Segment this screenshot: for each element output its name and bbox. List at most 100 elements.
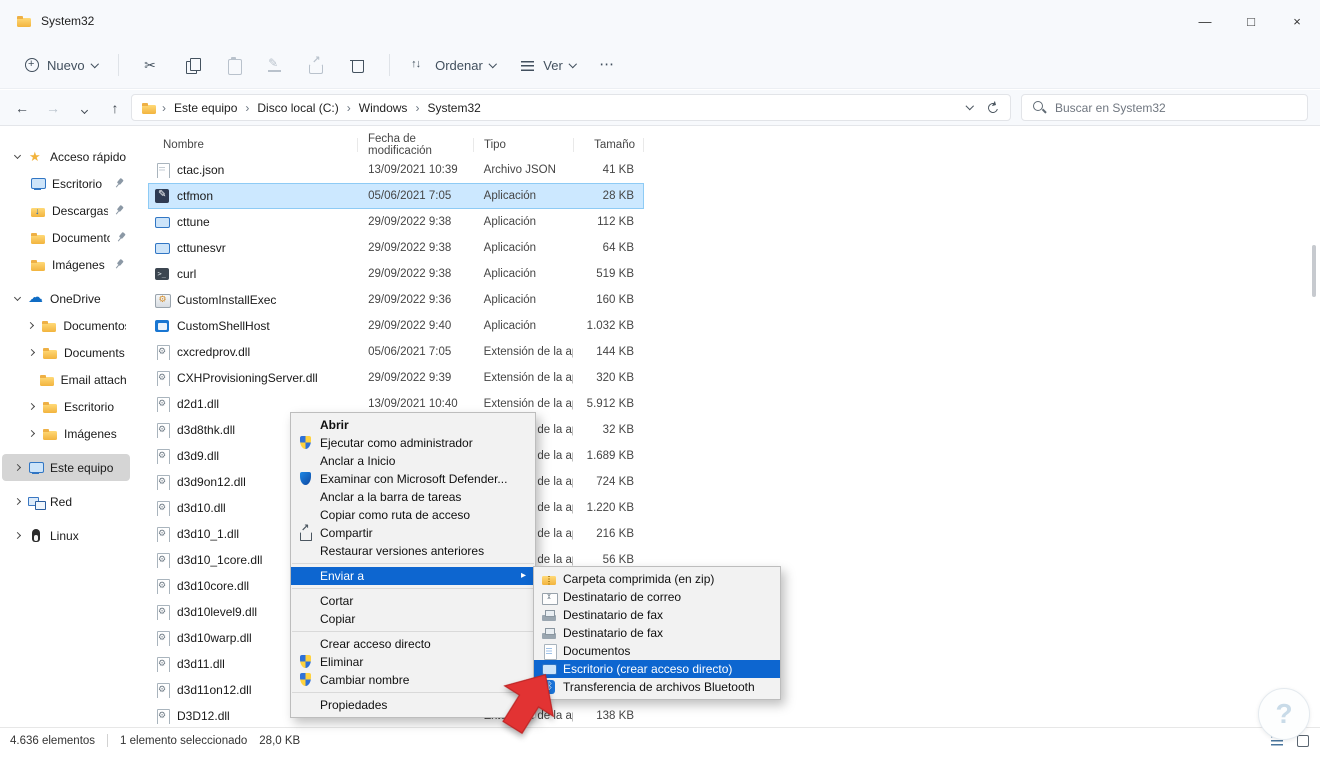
menu-item-eliminar[interactable]: Eliminar	[291, 653, 535, 671]
window-controls: — □ ×	[1182, 0, 1320, 42]
sidebar-item-linux[interactable]: Linux	[2, 522, 130, 549]
sort-button[interactable]: Ordenar	[402, 50, 504, 81]
view-button[interactable]: Ver	[510, 50, 584, 81]
sidebar-item-acceso-r-pido[interactable]: Acceso rápido	[2, 143, 130, 170]
minimize-button[interactable]: —	[1182, 0, 1228, 42]
breadcrumb-item-system32[interactable]: System32	[424, 99, 483, 117]
menu-item-carpeta-comprimida-en-zip[interactable]: Carpeta comprimida (en zip)	[534, 570, 780, 588]
menu-item-destinatario-de-fax[interactable]: Destinatario de fax	[534, 624, 780, 642]
breadcrumb-item-disco-local-c[interactable]: Disco local (C:)	[254, 99, 341, 117]
file-name-cell: CustomInstallExec	[149, 292, 358, 308]
menu-item-crear-acceso-directo[interactable]: Crear acceso directo	[291, 635, 535, 653]
cut-button[interactable]	[135, 49, 168, 82]
chevron-right-icon[interactable]	[26, 321, 35, 330]
menu-item-ejecutar-como-administrador[interactable]: Ejecutar como administrador	[291, 434, 535, 452]
file-row-cxhprovisioningserver-dll[interactable]: CXHProvisioningServer.dll 29/09/2022 9:39…	[148, 365, 644, 391]
column-headers: Nombre Fecha de modificación Tipo Tamaño	[148, 133, 1320, 157]
refresh-icon[interactable]	[986, 101, 999, 114]
chevron-right-icon[interactable]	[26, 348, 36, 357]
menu-item-destinatario-de-correo[interactable]: Destinatario de correo	[534, 588, 780, 606]
rename-button[interactable]	[258, 49, 291, 82]
breadcrumb-item-windows[interactable]: Windows	[356, 99, 411, 117]
menu-item-restaurar-versiones-anteriores[interactable]: Restaurar versiones anteriores	[291, 542, 535, 560]
submenu-arrow-icon: ▸	[520, 570, 526, 581]
copy-button[interactable]	[176, 49, 209, 82]
new-button[interactable]: Nuevo	[14, 50, 106, 81]
close-button[interactable]: ×	[1274, 0, 1320, 42]
file-row-curl[interactable]: curl 29/09/2022 9:38 Aplicación 519 KB	[148, 261, 644, 287]
sidebar-item-im-genes[interactable]: Imágenes	[2, 251, 130, 278]
column-header-type[interactable]: Tipo	[474, 134, 574, 156]
column-header-date[interactable]: Fecha de modificación	[358, 133, 474, 157]
chevron-right-icon[interactable]	[12, 497, 22, 506]
file-size: 5.912 KB	[586, 398, 634, 410]
more-options-button[interactable]: ⋯	[590, 53, 624, 77]
column-header-name[interactable]: Nombre	[148, 134, 358, 156]
chevron-down-icon[interactable]	[12, 151, 22, 159]
address-bar[interactable]: › Este equipo › Disco local (C:) › Windows › Sy…	[131, 94, 1011, 121]
menu-item-copiar-como-ruta-de-acceso[interactable]: Copiar como ruta de acceso	[291, 506, 535, 524]
defender-shield-icon	[298, 471, 314, 487]
file-name: cxcredprov.dll	[177, 345, 251, 359]
recent-locations-chevron-icon[interactable]	[76, 100, 92, 116]
sidebar-item-label: Acceso rápido	[50, 149, 126, 164]
search-box[interactable]: Buscar en System32	[1021, 94, 1308, 121]
file-name-cell: curl	[149, 266, 358, 282]
breadcrumb-item-este-equipo[interactable]: Este equipo	[171, 99, 240, 117]
menu-item-documentos[interactable]: Documentos	[534, 642, 780, 660]
share-button[interactable]	[299, 49, 332, 82]
forward-arrow-icon[interactable]	[45, 100, 61, 116]
sidebar-item-red[interactable]: Red	[2, 488, 130, 515]
menu-item-copiar[interactable]: Copiar	[291, 610, 535, 628]
sidebar-item-escritorio[interactable]: Escritorio	[2, 393, 130, 420]
file-type: Extensión de la ap...	[483, 372, 574, 384]
file-type: Aplicación	[483, 320, 537, 332]
menu-item-label: Destinatario de correo	[563, 590, 682, 604]
chevron-right-icon[interactable]	[26, 429, 36, 438]
menu-item-escritorio-crear-acceso-directo[interactable]: Escritorio (crear acceso directo)	[534, 660, 780, 678]
menu-item-compartir[interactable]: Compartir	[291, 523, 535, 542]
sidebar-item-descargas[interactable]: Descargas	[2, 197, 130, 224]
menu-item-anclar-a-inicio[interactable]: Anclar a Inicio	[291, 452, 535, 470]
address-dropdown-icon[interactable]	[965, 102, 974, 110]
file-row-custominstallexec[interactable]: CustomInstallExec 29/09/2022 9:36 Aplicaci…	[148, 287, 644, 313]
file-row-cttunesvr[interactable]: cttunesvr 29/09/2022 9:38 Aplicación 64 KB	[148, 235, 644, 261]
up-arrow-icon[interactable]	[107, 100, 123, 116]
column-header-size[interactable]: Tamaño	[574, 134, 644, 156]
large-icons-view-icon[interactable]	[1296, 734, 1310, 747]
app-monitor-icon	[154, 240, 170, 256]
sidebar-item-documentos[interactable]: Documentos	[2, 224, 130, 251]
delete-button[interactable]	[340, 49, 373, 82]
chevron-right-icon[interactable]	[12, 463, 22, 472]
file-row-cxcredprov-dll[interactable]: cxcredprov.dll 05/06/2021 7:05 Extensión d…	[148, 339, 644, 365]
sidebar-item-im-genes[interactable]: Imágenes	[2, 420, 130, 447]
menu-item-destinatario-de-fax[interactable]: Destinatario de fax	[534, 606, 780, 624]
sidebar-item-documentos[interactable]: Documentos	[2, 312, 130, 339]
maximize-button[interactable]: □	[1228, 0, 1274, 42]
chevron-right-icon[interactable]	[12, 531, 22, 540]
paste-button[interactable]	[217, 49, 250, 82]
network-icon	[28, 494, 46, 510]
file-row-cttune[interactable]: cttune 29/09/2022 9:38 Aplicación 112 KB	[148, 209, 644, 235]
file-row-ctac-json[interactable]: ctac.json 13/09/2021 10:39 Archivo JSON 41 …	[148, 157, 644, 183]
file-row-ctfmon[interactable]: ctfmon 05/06/2021 7:05 Aplicación 28 KB	[148, 183, 644, 209]
fax-icon	[541, 607, 557, 623]
menu-item-cortar[interactable]: Cortar	[291, 592, 535, 610]
scrollbar-thumb[interactable]	[1312, 245, 1316, 297]
dll-icon	[154, 708, 170, 724]
menu-item-examinar-con-microsoft-defender[interactable]: Examinar con Microsoft Defender...	[291, 470, 535, 488]
sidebar-item-este-equipo[interactable]: Este equipo	[2, 454, 130, 481]
sidebar-item-escritorio[interactable]: Escritorio	[2, 170, 130, 197]
chevron-down-icon[interactable]	[12, 293, 22, 301]
menu-item-cambiar-nombre[interactable]: Cambiar nombre	[291, 671, 535, 689]
sidebar-item-onedrive[interactable]: OneDrive	[2, 285, 130, 312]
back-arrow-icon[interactable]	[14, 100, 30, 116]
file-size: 138 KB	[596, 710, 634, 722]
sidebar-item-email-attachments[interactable]: Email attachments	[2, 366, 130, 393]
menu-item-abrir[interactable]: Abrir	[291, 416, 535, 434]
menu-item-anclar-a-la-barra-de-tareas[interactable]: Anclar a la barra de tareas	[291, 488, 535, 506]
chevron-right-icon[interactable]	[26, 402, 36, 411]
menu-item-enviar-a[interactable]: Enviar a ▸	[291, 567, 535, 585]
sidebar-item-documents[interactable]: Documents	[2, 339, 130, 366]
file-row-customshellhost[interactable]: CustomShellHost 29/09/2022 9:40 Aplicación…	[148, 313, 644, 339]
